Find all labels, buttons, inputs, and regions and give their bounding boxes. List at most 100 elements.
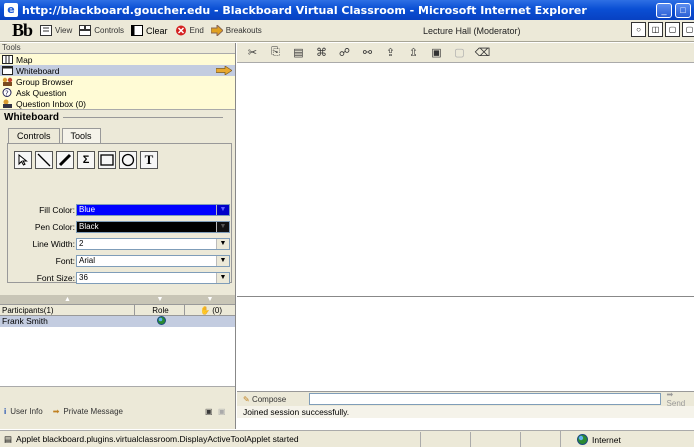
compose-button[interactable]: ✎ Compose: [237, 395, 309, 404]
window-titlebar: e http://blackboard.goucher.edu - Blackb…: [0, 0, 694, 20]
selected-arrow-icon: [216, 66, 232, 75]
formula-tool-button[interactable]: Σ: [77, 151, 95, 169]
line-width-select[interactable]: 2 ▼: [76, 237, 230, 250]
sort-down-icon[interactable]: ▼: [135, 295, 185, 304]
ungroup-objects-icon[interactable]: ⚯: [358, 46, 377, 59]
tools-header: Tools: [2, 43, 21, 52]
participants-header: Participants(1) Role ✋ (0): [0, 305, 235, 316]
section-divider: [63, 116, 223, 118]
participants-panel: ▲ ▼ ▼ Participants(1) Role ✋ (0) Frank S…: [0, 295, 235, 387]
eraser-icon[interactable]: ⌫: [473, 46, 492, 59]
line-width-label: Line Width:: [32, 238, 75, 249]
layout-extra-button[interactable]: ▢: [682, 22, 694, 37]
user-info-button[interactable]: User Info: [10, 407, 42, 416]
copy-icon[interactable]: ⎘: [266, 46, 285, 59]
ellipse-icon: [121, 153, 135, 167]
pencil-icon: ✎: [243, 394, 250, 404]
fill-color-select[interactable]: Blue ▼: [76, 203, 230, 216]
end-button[interactable]: End: [175, 25, 204, 36]
lecture-hall-label: Lecture Hall (Moderator): [423, 26, 521, 36]
whiteboard-tabs: Controls Tools: [0, 128, 235, 143]
pen-color-label: Pen Color:: [34, 221, 75, 232]
compose-bar: ✎ Compose ➡ Send: [237, 390, 694, 408]
chevron-down-icon: ▼: [216, 255, 229, 266]
status-bar: ▤ Applet blackboard.plugins.virtualclass…: [0, 430, 694, 447]
private-message-button[interactable]: Private Message: [63, 407, 123, 416]
arrow-icon: ➡: [52, 406, 60, 416]
question-icon: ?: [2, 88, 13, 98]
maximize-button[interactable]: □: [675, 3, 691, 18]
whiteboard-icon: [2, 66, 13, 75]
rectangle-icon: [100, 154, 114, 166]
pointer-tool-button[interactable]: [14, 151, 32, 169]
cut-icon[interactable]: ✂: [243, 46, 262, 59]
minimize-button[interactable]: _: [656, 3, 672, 18]
end-icon: [175, 25, 187, 36]
compose-input[interactable]: [308, 393, 661, 405]
whiteboard-tools-panel: Σ T Fill Color: Blue ▼ Pen Color: Black: [7, 143, 232, 284]
participants-column-name[interactable]: Participants(1): [0, 305, 135, 315]
layout-buttons: ○ ◫ ▢ ▢: [631, 22, 694, 37]
tab-tools[interactable]: Tools: [61, 128, 101, 143]
line-tool-button[interactable]: [35, 151, 53, 169]
layout-split-button[interactable]: ◫: [648, 22, 663, 37]
tool-item-question-inbox[interactable]: Question Inbox (0): [0, 98, 235, 109]
paste-icon[interactable]: ▤: [289, 46, 308, 59]
tool-item-whiteboard[interactable]: Whiteboard: [0, 65, 235, 76]
sort-up-icon[interactable]: ▲: [0, 295, 135, 304]
pen-tool-button[interactable]: [56, 151, 74, 169]
participants-column-role[interactable]: Role: [135, 305, 185, 315]
font-size-select[interactable]: 36 ▼: [76, 271, 230, 284]
layout-grid-button[interactable]: ▢: [665, 22, 680, 37]
breakouts-button[interactable]: Breakouts: [210, 23, 262, 38]
rectangle-tool-button[interactable]: [98, 151, 116, 169]
status-message: Applet blackboard.plugins.virtualclassro…: [16, 434, 299, 444]
tool-item-group-browser[interactable]: Group Browser: [0, 76, 235, 87]
tool-item-map[interactable]: Map: [0, 54, 235, 65]
pen-color-row: Pen Color: Black ▼: [8, 220, 230, 233]
clear-button[interactable]: Clear: [131, 25, 168, 36]
participants-footer: i User Info ➡ Private Message ▣ ▣: [0, 404, 235, 418]
bring-front-icon[interactable]: ⇪: [381, 46, 400, 59]
app-toolbar: Bb View Controls Clear End Breakouts Lec…: [0, 20, 694, 42]
chevron-down-icon: ▼: [216, 221, 229, 232]
pen-icon: [58, 153, 72, 167]
participant-role: [135, 316, 185, 327]
participant-name: Frank Smith: [2, 316, 48, 326]
insert-image-icon[interactable]: ▣: [427, 46, 446, 59]
send-back-icon[interactable]: ⇫: [404, 46, 423, 59]
delete-icon[interactable]: ⌘: [312, 46, 331, 59]
table-row[interactable]: Frank Smith: [0, 316, 235, 327]
breakouts-icon: [210, 23, 224, 38]
shape-tool-row: Σ T: [14, 151, 161, 169]
group-objects-icon[interactable]: ☍: [335, 46, 354, 59]
map-icon: [2, 55, 13, 64]
chat-area: [237, 298, 694, 391]
applet-icon: ▤: [4, 433, 13, 444]
whiteboard-canvas[interactable]: ✂ ⎘ ▤ ⌘ ☍ ⚯ ⇪ ⇫ ▣ ▢ ⌫: [237, 43, 694, 297]
line-icon: [37, 153, 51, 167]
participants-list-area: [0, 327, 235, 387]
tool-item-ask-question[interactable]: ? Ask Question: [0, 87, 235, 98]
tab-controls[interactable]: Controls: [8, 128, 60, 143]
controls-icon: [79, 25, 92, 36]
participants-column-hands[interactable]: ✋ (0): [185, 305, 235, 315]
text-tool-button[interactable]: T: [140, 151, 158, 169]
font-label: Font:: [55, 255, 75, 266]
hand-icon: ✋: [200, 306, 210, 315]
view-button[interactable]: View: [40, 25, 72, 36]
controls-button[interactable]: Controls: [79, 25, 124, 36]
globe-icon: [577, 434, 588, 445]
ie-icon: e: [4, 3, 18, 17]
left-pane: Tools Map Whiteboard Group Browser ? Ask…: [0, 43, 236, 429]
tools-list: Map Whiteboard Group Browser ? Ask Quest…: [0, 53, 235, 110]
view-icon: [40, 25, 53, 36]
font-select[interactable]: Arial ▼: [76, 254, 230, 267]
sort-down-icon[interactable]: ▼: [185, 295, 235, 304]
user-group-icon[interactable]: ▣: [205, 407, 213, 416]
chevron-down-icon: ▼: [216, 204, 229, 215]
pen-color-select[interactable]: Black ▼: [76, 220, 230, 233]
line-width-row: Line Width: 2 ▼: [8, 237, 230, 250]
ellipse-tool-button[interactable]: [119, 151, 137, 169]
layout-single-button[interactable]: ○: [631, 22, 646, 37]
